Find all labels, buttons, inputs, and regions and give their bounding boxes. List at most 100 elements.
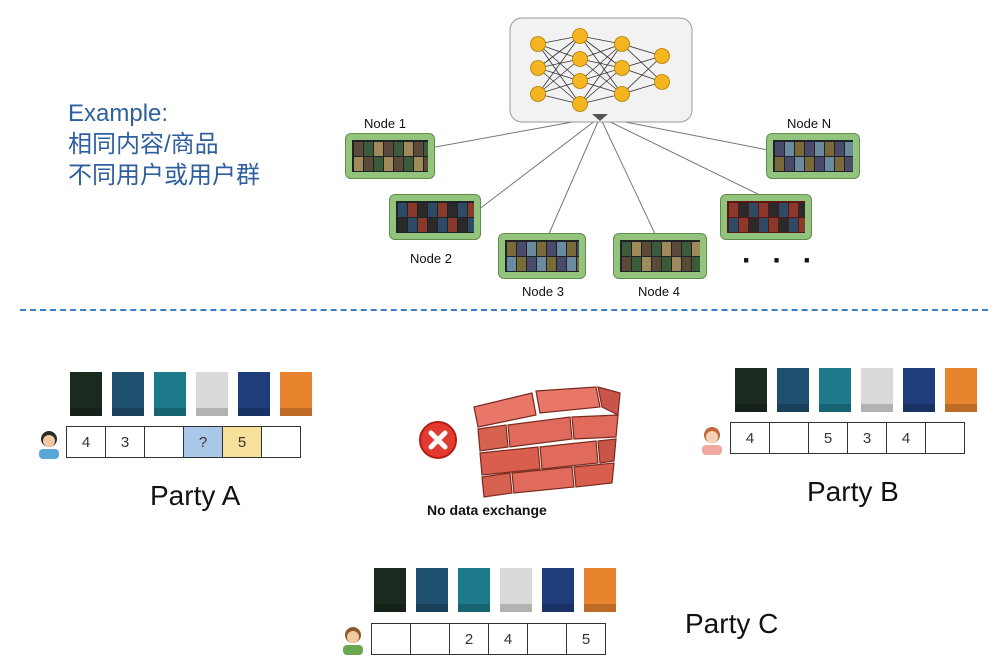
- movie-thumbnail: [759, 218, 768, 232]
- movie-thumbnail: [672, 257, 681, 271]
- example-title: Example:: [68, 100, 169, 127]
- movie-thumbnail: [507, 257, 516, 271]
- book-cover: [458, 568, 490, 612]
- movie-thumbnail: [769, 218, 778, 232]
- movie-thumbnail: [537, 257, 546, 271]
- brick-wall-icon: [473, 386, 621, 498]
- book-cover: [374, 568, 406, 612]
- movie-thumbnail: [547, 242, 556, 256]
- rating-cell: 3: [105, 426, 145, 458]
- movie-thumbnails: [620, 240, 700, 272]
- movie-thumbnail: [547, 257, 556, 271]
- movie-thumbnail: [835, 157, 844, 171]
- example-line-same-content: 相同内容/商品: [68, 131, 219, 158]
- movie-thumbnail: [662, 257, 671, 271]
- movie-thumbnail: [438, 218, 447, 232]
- book-cover: [735, 368, 767, 412]
- movie-thumbnail: [729, 203, 738, 217]
- movie-thumbnails: [505, 240, 579, 272]
- rating-cell: 4: [66, 426, 106, 458]
- nn-neuron: [572, 51, 588, 67]
- movie-thumbnail: [394, 142, 403, 156]
- rating-cell: [925, 422, 965, 454]
- party-b-label: Party B: [807, 476, 899, 507]
- nodeN-box: [766, 133, 860, 179]
- rating-cell: 3: [847, 422, 887, 454]
- book-cover: [112, 372, 144, 416]
- nn-neuron: [654, 74, 670, 90]
- movie-thumbnail: [374, 142, 383, 156]
- movie-thumbnail: [739, 203, 748, 217]
- line-node3: [547, 116, 601, 237]
- node5-box: [720, 194, 812, 240]
- example-text: Example: 相同内容/商品 不同用户或用户群: [68, 98, 260, 191]
- example-line-different-users: 不同用户或用户群: [68, 162, 260, 189]
- movie-thumbnail: [354, 142, 363, 156]
- nn-neuron: [654, 48, 670, 64]
- movie-thumbnail: [384, 157, 393, 171]
- movie-thumbnail: [815, 142, 824, 156]
- movie-thumbnail: [567, 257, 576, 271]
- movie-thumbnail: [749, 203, 758, 217]
- party-a-rating-row: 4 3? 5: [66, 426, 301, 458]
- movie-thumbnail: [398, 218, 407, 232]
- book-cover: [819, 368, 851, 412]
- book-cover: [416, 568, 448, 612]
- movie-thumbnail: [394, 157, 403, 171]
- movie-thumbnail: [779, 218, 788, 232]
- movie-thumbnail: [622, 242, 631, 256]
- movie-thumbnail: [527, 242, 536, 256]
- rating-cell: 5: [222, 426, 262, 458]
- node3-label: Node 3: [522, 284, 564, 299]
- movie-thumbnail: [785, 157, 794, 171]
- book-cover: [280, 372, 312, 416]
- node2-label: Node 2: [410, 251, 452, 266]
- movie-thumbnail: [795, 142, 804, 156]
- rating-cell: 4: [488, 623, 528, 655]
- movie-thumbnail: [799, 218, 805, 232]
- movie-thumbnail: [418, 218, 427, 232]
- line-node4: [599, 116, 657, 237]
- node1-label: Node 1: [364, 116, 406, 131]
- block-x-icon: [419, 421, 457, 459]
- party-a-label: Party A: [150, 480, 241, 511]
- movie-thumbnail: [622, 257, 631, 271]
- movie-thumbnail: [424, 142, 428, 156]
- book-cover: [903, 368, 935, 412]
- movie-thumbnail: [458, 218, 467, 232]
- movie-thumbnail: [404, 142, 413, 156]
- node3-box: [498, 233, 586, 279]
- movie-thumbnail: [805, 157, 814, 171]
- node4-box: [613, 233, 707, 279]
- party-c-rating-row: 24 5: [371, 623, 606, 655]
- no-data-exchange-label: No data exchange: [427, 502, 547, 518]
- movie-thumbnail: [408, 218, 417, 232]
- nn-neuron: [572, 96, 588, 112]
- nn-neuron: [530, 86, 546, 102]
- rating-cell: [261, 426, 301, 458]
- node1-box: [345, 133, 435, 179]
- movie-thumbnail: [398, 203, 407, 217]
- movie-thumbnail: [414, 142, 423, 156]
- movie-thumbnail: [507, 242, 516, 256]
- movie-thumbnail: [577, 257, 579, 271]
- movie-thumbnail: [364, 157, 373, 171]
- movie-thumbnail: [835, 142, 844, 156]
- rating-cell: 4: [886, 422, 926, 454]
- rating-cell: ?: [183, 426, 223, 458]
- line-node5: [599, 116, 767, 199]
- nn-neuron: [614, 36, 630, 52]
- book-cover: [154, 372, 186, 416]
- movie-thumbnail: [652, 257, 661, 271]
- movie-thumbnail: [468, 218, 474, 232]
- user-avatar-icon: [702, 427, 722, 455]
- party-b-rating-row: 4534: [730, 422, 965, 454]
- rating-cell: [769, 422, 809, 454]
- movie-thumbnail: [815, 157, 824, 171]
- book-cover: [70, 372, 102, 416]
- book-cover: [196, 372, 228, 416]
- movie-thumbnail: [652, 242, 661, 256]
- movie-thumbnail: [632, 242, 641, 256]
- user-avatar-icon: [343, 627, 363, 655]
- movie-thumbnail: [662, 242, 671, 256]
